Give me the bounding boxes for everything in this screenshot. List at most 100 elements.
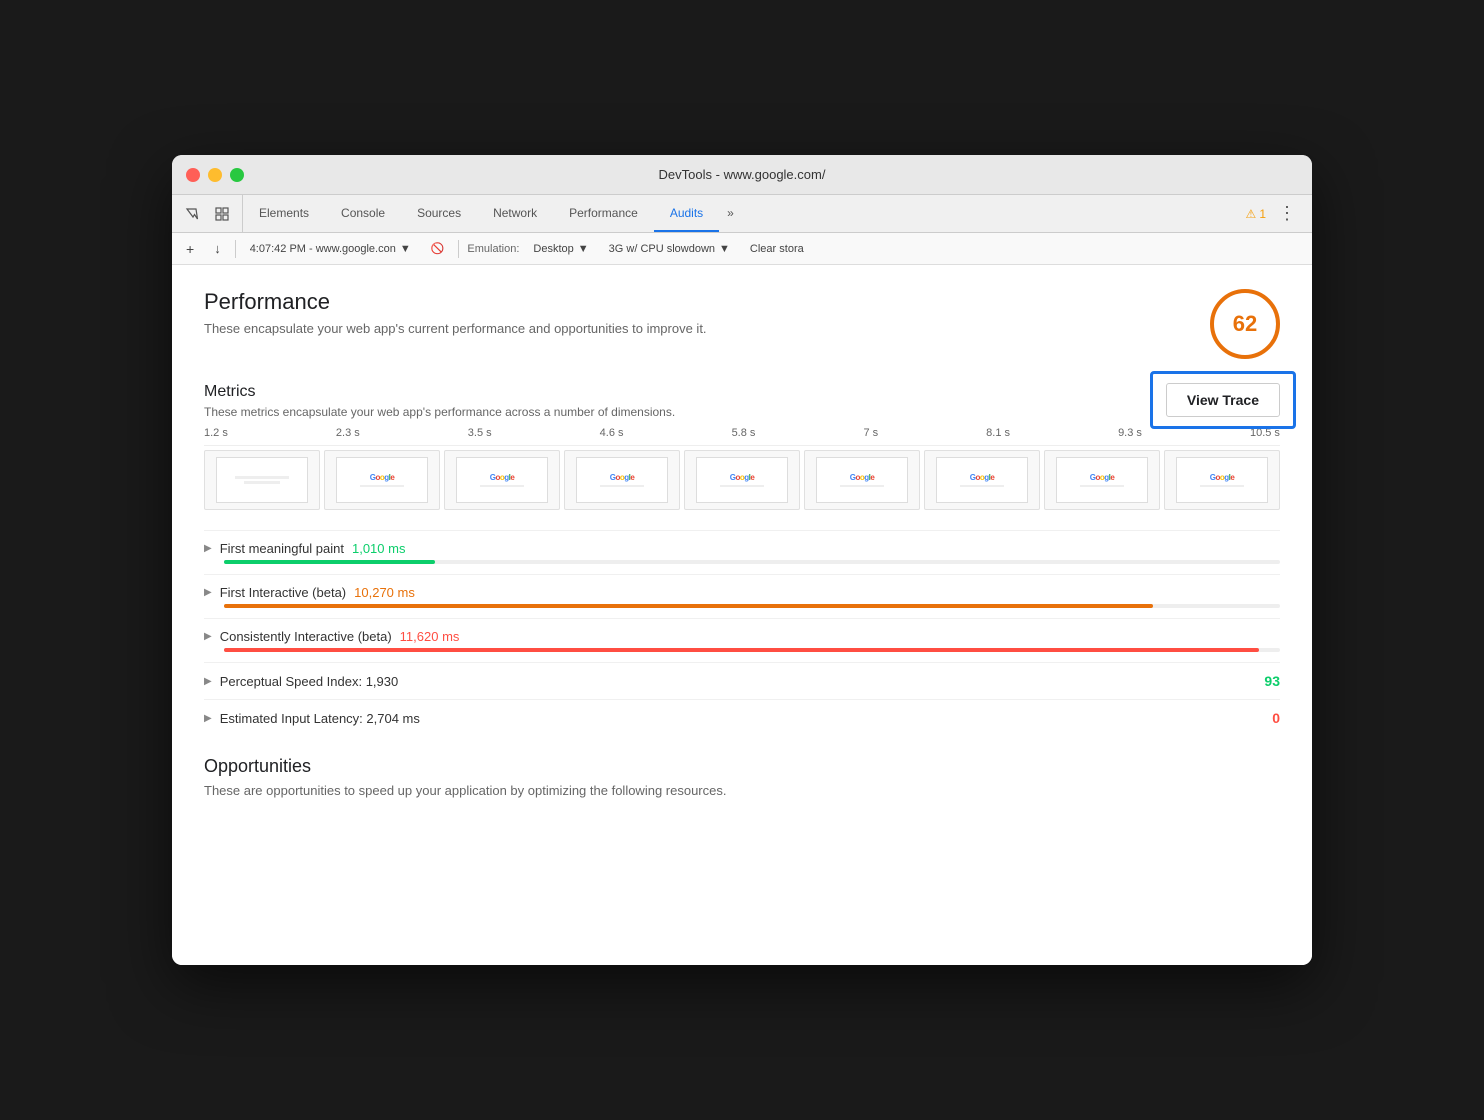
inspect-icon[interactable] <box>210 202 234 226</box>
sub-toolbar: + ↓ 4:07:42 PM - www.google.con ▼ 🚫 Emul… <box>172 233 1312 265</box>
network-dropdown-icon: ▼ <box>719 243 730 255</box>
film-frame-1: Google <box>324 450 440 510</box>
performance-header-text: Performance These encapsulate your web a… <box>204 289 707 336</box>
add-button[interactable]: + <box>180 239 200 259</box>
divider-1 <box>235 240 236 258</box>
metric-row-fi: ▶ First Interactive (beta) 10,270 ms <box>204 574 1280 618</box>
fmp-value: 1,010 ms <box>352 541 405 556</box>
metrics-description: These metrics encapsulate your web app's… <box>204 405 675 419</box>
warning-icon: ⚠ <box>1246 207 1257 221</box>
warning-badge: ⚠ 1 <box>1246 207 1266 221</box>
main-content: Performance These encapsulate your web a… <box>172 265 1312 965</box>
tab-toolbar: Elements Console Sources Network Perform… <box>172 195 1312 233</box>
window-title: DevTools - www.google.com/ <box>659 167 826 182</box>
ci-bar-fill <box>224 648 1259 652</box>
toolbar-right: ⚠ 1 ⋮ <box>1234 195 1312 232</box>
eil-score: 0 <box>1272 710 1280 726</box>
metrics-header: Metrics These metrics encapsulate your w… <box>204 383 1280 419</box>
devtools-window: DevTools - www.google.com/ Elements <box>172 155 1312 965</box>
timestamp-selector[interactable]: 4:07:42 PM - www.google.con ▼ <box>244 241 417 257</box>
timeline-labels: 1.2 s 2.3 s 3.5 s 4.6 s 5.8 s 7 s 8.1 s … <box>204 427 1280 439</box>
fmp-label: First meaningful paint <box>220 541 344 556</box>
film-frame-3: Google <box>564 450 680 510</box>
film-frame-2: Google <box>444 450 560 510</box>
film-frame-7: Google <box>1044 450 1160 510</box>
emulation-selector[interactable]: Desktop ▼ <box>527 241 594 257</box>
metric-rows: ▶ First meaningful paint 1,010 ms ▶ <box>204 530 1280 736</box>
timeline-label-2: 3.5 s <box>468 427 492 439</box>
film-frame-6: Google <box>924 450 1040 510</box>
view-trace-wrapper: View Trace <box>1166 383 1280 417</box>
metrics-section: Metrics These metrics encapsulate your w… <box>204 383 1280 736</box>
timeline-label-4: 5.8 s <box>732 427 756 439</box>
toolbar-icon-group <box>172 195 243 232</box>
tab-performance[interactable]: Performance <box>553 195 654 232</box>
emulation-dropdown-icon: ▼ <box>578 243 589 255</box>
ci-label: Consistently Interactive (beta) <box>220 629 392 644</box>
timeline-label-0: 1.2 s <box>204 427 228 439</box>
film-frame-0 <box>204 450 320 510</box>
fmp-bar-track <box>224 560 1280 564</box>
timeline-label-8: 10.5 s <box>1250 427 1280 439</box>
traffic-lights <box>186 168 244 182</box>
fi-value: 10,270 ms <box>354 585 415 600</box>
fmp-expand[interactable]: ▶ <box>204 543 212 554</box>
title-bar: DevTools - www.google.com/ <box>172 155 1312 195</box>
maximize-button[interactable] <box>230 168 244 182</box>
ci-bar-track <box>224 648 1280 652</box>
performance-score-circle: 62 <box>1210 289 1280 359</box>
psi-label: Perceptual Speed Index: 1,930 <box>220 674 399 689</box>
ci-expand[interactable]: ▶ <box>204 631 212 642</box>
block-button[interactable]: 🚫 <box>425 240 451 257</box>
tab-network[interactable]: Network <box>477 195 553 232</box>
network-selector[interactable]: 3G w/ CPU slowdown ▼ <box>603 241 736 257</box>
tab-console[interactable]: Console <box>325 195 401 232</box>
metric-row-eil: ▶ Estimated Input Latency: 2,704 ms 0 <box>204 699 1280 736</box>
tab-audits[interactable]: Audits <box>654 195 719 232</box>
timeline-label-7: 9.3 s <box>1118 427 1142 439</box>
film-frame-4: Google <box>684 450 800 510</box>
psi-expand[interactable]: ▶ <box>204 676 212 687</box>
opportunities-description: These are opportunities to speed up your… <box>204 783 1280 798</box>
metric-row-ci: ▶ Consistently Interactive (beta) 11,620… <box>204 618 1280 662</box>
performance-title: Performance <box>204 289 707 315</box>
cursor-icon[interactable] <box>180 202 204 226</box>
fi-bar-track <box>224 604 1280 608</box>
metric-row-fmp: ▶ First meaningful paint 1,010 ms <box>204 530 1280 574</box>
eil-label: Estimated Input Latency: 2,704 ms <box>220 711 420 726</box>
view-trace-button[interactable]: View Trace <box>1166 383 1280 417</box>
timeline-label-5: 7 s <box>863 427 878 439</box>
metric-row-psi: ▶ Perceptual Speed Index: 1,930 93 <box>204 662 1280 699</box>
filmstrip: Google Google <box>204 445 1280 510</box>
tab-list: Elements Console Sources Network Perform… <box>243 195 1234 232</box>
metrics-title: Metrics <box>204 383 675 401</box>
close-button[interactable] <box>186 168 200 182</box>
metrics-header-text: Metrics These metrics encapsulate your w… <box>204 383 675 419</box>
fmp-bar-fill <box>224 560 435 564</box>
performance-header: Performance These encapsulate your web a… <box>204 289 1280 359</box>
timeline-label-6: 8.1 s <box>986 427 1010 439</box>
opportunities-title: Opportunities <box>204 756 1280 777</box>
fi-expand[interactable]: ▶ <box>204 587 212 598</box>
eil-expand[interactable]: ▶ <box>204 713 212 724</box>
psi-score: 93 <box>1264 673 1280 689</box>
performance-score: 62 <box>1233 311 1257 337</box>
minimize-button[interactable] <box>208 168 222 182</box>
tab-sources[interactable]: Sources <box>401 195 477 232</box>
opportunities-section: Opportunities These are opportunities to… <box>204 756 1280 798</box>
performance-description: These encapsulate your web app's current… <box>204 321 707 336</box>
timeline-label-1: 2.3 s <box>336 427 360 439</box>
more-button[interactable]: ⋮ <box>1274 203 1300 224</box>
tab-elements[interactable]: Elements <box>243 195 325 232</box>
film-frame-8: Google <box>1164 450 1280 510</box>
fi-bar-fill <box>224 604 1153 608</box>
tab-more[interactable]: » <box>719 195 742 232</box>
film-frame-5: Google <box>804 450 920 510</box>
timeline-label-3: 4.6 s <box>600 427 624 439</box>
fi-label: First Interactive (beta) <box>220 585 346 600</box>
dropdown-icon: ▼ <box>400 243 411 255</box>
timeline-section: 1.2 s 2.3 s 3.5 s 4.6 s 5.8 s 7 s 8.1 s … <box>204 427 1280 510</box>
clear-storage-button[interactable]: Clear stora <box>744 241 810 257</box>
ci-value: 11,620 ms <box>400 629 460 644</box>
download-button[interactable]: ↓ <box>208 239 227 258</box>
